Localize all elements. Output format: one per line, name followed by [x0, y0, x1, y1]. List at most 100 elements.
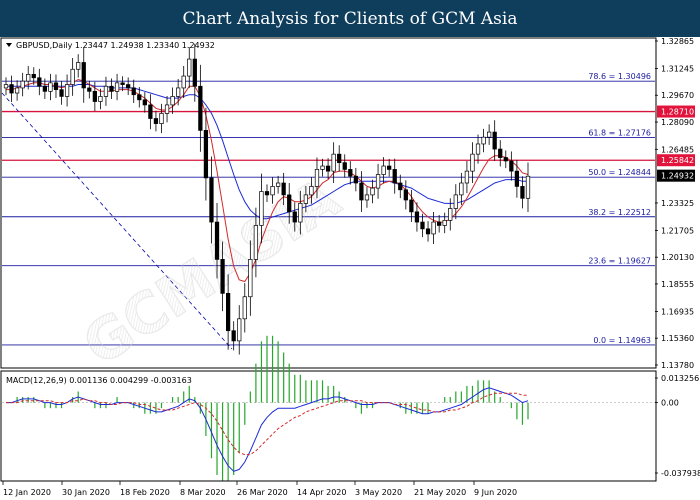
x-tick-label: 8 Mar 2020 [180, 488, 226, 497]
candle-body [226, 293, 231, 332]
candle-body [487, 131, 492, 138]
candle-body [475, 143, 481, 155]
candle-body [381, 165, 386, 175]
candle-body [37, 77, 42, 87]
fib-level-label: 61.8 = 1.27176 [588, 129, 651, 138]
symbol-info: GBPUSD,Daily 1.23447 1.24938 1.23340 1.2… [6, 41, 215, 50]
candle-body [298, 203, 303, 223]
candle-body [87, 87, 92, 92]
y-tick-label: 1.20130 [661, 253, 694, 262]
x-tick-label: 26 Mar 2020 [237, 488, 288, 497]
candle-body [331, 153, 336, 172]
candle-body [248, 259, 253, 298]
candle-body [92, 90, 97, 102]
candle-body [214, 221, 220, 260]
y-tick-label: 1.13780 [661, 361, 694, 370]
candle-body [303, 194, 308, 204]
candle-body [503, 157, 508, 162]
candle-body [187, 58, 192, 77]
candle-body [109, 85, 114, 92]
candle-body [170, 96, 175, 106]
candle-body [164, 104, 170, 114]
candle-body [203, 130, 209, 179]
y-tick-label: 1.21705 [661, 226, 694, 235]
y-tick-label: 1.29670 [661, 91, 694, 100]
candle-body [281, 182, 286, 196]
candle-body [20, 80, 25, 89]
resistance-badge-text: 1.25842 [661, 156, 694, 165]
candle-body [309, 186, 314, 196]
candle-body [342, 162, 347, 170]
x-tick-label: 9 Jun 2020 [474, 488, 517, 497]
candle-body [153, 118, 159, 124]
candle-body [420, 221, 425, 230]
candle-body [64, 84, 70, 97]
candle-body [398, 182, 403, 191]
candle-body [370, 187, 375, 196]
macd-y-tick-label: -0.037938 [661, 469, 700, 478]
fib-level-label: 50.0 = 1.24844 [588, 168, 651, 177]
candle-body [509, 160, 514, 172]
x-tick-label: 18 Feb 2020 [120, 488, 170, 497]
candle-body [470, 153, 475, 172]
candle-body [209, 177, 214, 223]
candle-body [3, 84, 9, 89]
candle-body [464, 170, 470, 184]
candle-body [120, 82, 125, 85]
y-tick-label: 1.32865 [661, 37, 694, 46]
candle-body [325, 165, 331, 172]
candle-body [492, 131, 497, 150]
fib-level-label: 38.2 = 1.22512 [588, 208, 651, 217]
candle-body [403, 189, 408, 201]
y-tick-label: 1.26485 [661, 145, 694, 154]
candle-body [414, 211, 420, 223]
candle-body [98, 96, 103, 102]
candle-body [70, 68, 75, 85]
candle-body [359, 182, 364, 201]
candle-body [498, 148, 503, 158]
candle-body [387, 165, 392, 170]
candle-body [353, 175, 358, 184]
candle-body [81, 62, 86, 89]
fib-level-label: 78.6 = 1.30496 [588, 72, 651, 81]
candle-body [26, 74, 31, 82]
resistance-badge-text: 1.28710 [661, 108, 694, 117]
candle-body [348, 169, 353, 177]
candle-body [76, 62, 81, 70]
candle-body [520, 186, 525, 199]
y-tick-label: 1.23325 [661, 199, 694, 208]
candle-body [59, 89, 64, 97]
candle-body [231, 330, 236, 342]
candle-body [459, 182, 464, 196]
y-tick-label: 1.15360 [661, 334, 694, 343]
candle-body [176, 87, 181, 97]
candle-body [114, 82, 120, 92]
y-tick-label: 1.16935 [661, 307, 694, 316]
time-axis: 12 Jan 2020 30 Jan 2020 18 Feb 2020 8 Mar 2… [2, 481, 517, 497]
candle-body [159, 113, 164, 124]
fib-level-label: 23.6 = 1.19627 [588, 257, 651, 266]
candle-body [242, 296, 247, 320]
candle-body [431, 221, 436, 235]
candle-body [425, 228, 431, 235]
fib-level-label: 0.0 = 1.14963 [593, 336, 651, 345]
candle-body [198, 85, 203, 131]
candle-body [364, 194, 370, 201]
x-tick-label: 21 May 2020 [414, 488, 466, 497]
chart-area: 78.6 = 1.30496 61.8 = 1.27176 50.0 = 1.248… [0, 37, 700, 497]
candle-body [9, 84, 14, 94]
candle-body [275, 182, 281, 187]
candle-body [181, 75, 186, 89]
candle-body [448, 208, 453, 221]
macd-info-text: MACD(12,26,9) 0.001136 0.004299 -0.00316… [6, 376, 192, 385]
candle-body [42, 85, 47, 92]
macd-axis: 0.013256 0.00 -0.037938 [655, 374, 700, 478]
y-tick-label: 1.28090 [661, 118, 694, 127]
candle-body [525, 175, 531, 199]
price-axis: 1.32865 1.31245 1.29670 1.28090 1.26485 1.233… [655, 37, 694, 370]
candle-body [270, 186, 275, 196]
candle-body [514, 170, 520, 187]
candle-body [31, 74, 36, 79]
chart-title: Chart Analysis for Clients of GCM Asia [182, 8, 518, 29]
candle-body [237, 318, 242, 342]
